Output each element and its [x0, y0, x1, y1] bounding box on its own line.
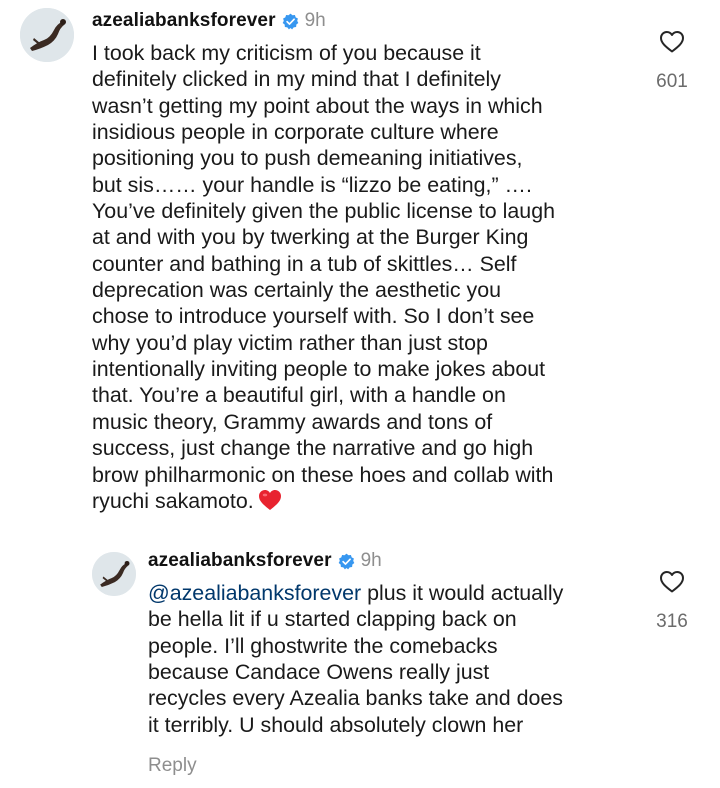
verified-badge-icon: [338, 553, 355, 570]
comment-line: insidious people in corporate culture wh…: [92, 120, 499, 145]
comment-line-text: plus it would actually: [361, 581, 564, 605]
comment-line: why you’d play victim rather than just s…: [92, 330, 488, 355]
comment-line: recycles every Azealia banks take and do…: [148, 686, 563, 711]
comment-header: azealiabanksforever 9h: [92, 8, 326, 34]
comment-text: @azealiabanksforever plus it would actua…: [148, 580, 563, 738]
comment-line: deprecation was certainly the aesthetic …: [92, 278, 502, 303]
comment-line: wasn’t getting my point about the ways i…: [92, 93, 543, 118]
comment-line: at and with you by twerking at the Burge…: [92, 225, 529, 250]
comment-line: counter and bathing in a tub of skittles…: [92, 251, 517, 276]
timestamp: 9h: [304, 10, 326, 31]
comment-line: be hella lit if u started clapping back …: [148, 607, 517, 632]
like-count[interactable]: 601: [642, 71, 702, 93]
comment-line: because Candace Owens really just: [148, 660, 490, 685]
comment-line-text: ryuchi sakamoto.: [92, 488, 254, 513]
avatar[interactable]: [92, 552, 136, 596]
comment-line: chose to introduce yourself with. So I d…: [92, 304, 535, 329]
comment-line: that. You’re a beautiful girl, with a ha…: [92, 383, 506, 408]
comment-line: but sis…… your handle is “lizzo be eatin…: [92, 172, 532, 197]
timestamp: 9h: [360, 550, 382, 571]
comment-line: music theory, Grammy awards and tons of: [92, 409, 493, 434]
avatar[interactable]: [20, 8, 74, 62]
comment-line: intentionally inviting people to make jo…: [92, 357, 546, 382]
comment-header: azealiabanksforever 9h: [148, 548, 382, 574]
like-control: 601: [642, 30, 702, 93]
comment-line: success, just change the narrative and g…: [92, 436, 534, 461]
avatar-image: [20, 8, 74, 62]
comment-line: people. I’ll ghostwrite the comebacks: [148, 633, 498, 658]
heart-outline-icon[interactable]: [659, 570, 685, 594]
comment-line: it terribly. U should absolutely clown h…: [148, 712, 524, 737]
comment-line: You’ve definitely given the public licen…: [92, 199, 555, 224]
comment-line-last: ryuchi sakamoto.: [92, 488, 555, 514]
username[interactable]: azealiabanksforever: [92, 10, 276, 32]
like-count[interactable]: 316: [642, 611, 702, 633]
comment-line: definitely clicked in my mind that I def…: [92, 67, 501, 92]
username[interactable]: azealiabanksforever: [148, 550, 332, 572]
verified-badge-icon: [282, 13, 299, 30]
avatar-image: [92, 552, 136, 596]
heart-outline-icon[interactable]: [659, 30, 685, 54]
comment-text: I took back my criticism of you because …: [92, 40, 555, 514]
mention-link[interactable]: @azealiabanksforever: [148, 581, 361, 605]
reply-button[interactable]: Reply: [148, 755, 197, 777]
comment-line: positioning you to push demeaning initia…: [92, 146, 523, 171]
like-control: 316: [642, 570, 702, 633]
comment-line-first: @azealiabanksforever plus it would actua…: [148, 580, 563, 606]
comment-line: I took back my criticism of you because …: [92, 41, 481, 65]
comment-line: brow philharmonic on these hoes and coll…: [92, 462, 554, 487]
red-heart-emoji-icon: [258, 489, 282, 511]
